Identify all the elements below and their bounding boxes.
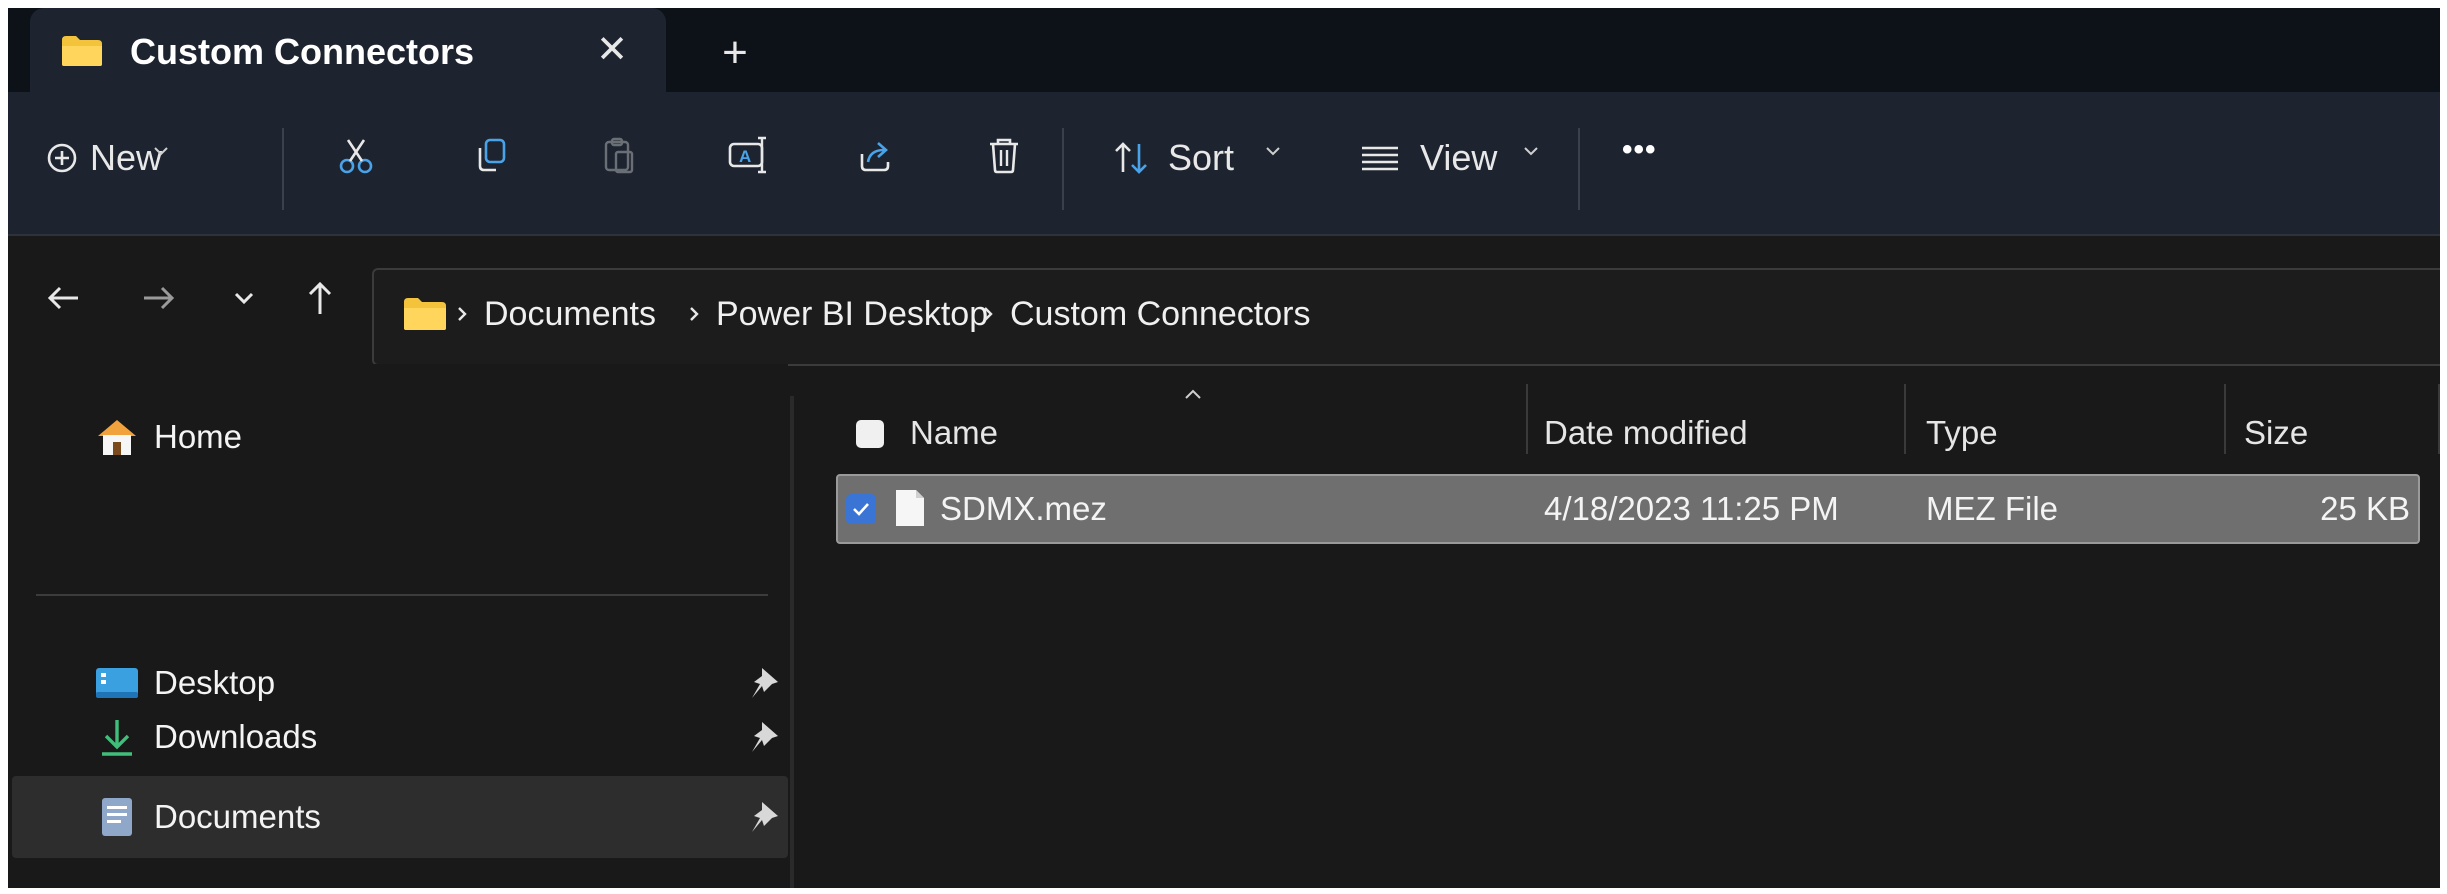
breadcrumb-documents[interactable]: Documents (484, 292, 656, 336)
recent-locations-icon[interactable] (216, 270, 272, 326)
sidebar-item-label: Home (154, 418, 243, 455)
sort-icon (1115, 142, 1147, 174)
pin-icon[interactable] (748, 798, 782, 836)
copy-icon[interactable] (466, 130, 518, 182)
chevron-right-icon[interactable] (980, 304, 996, 324)
folder-icon (62, 36, 102, 66)
column-separator[interactable] (2438, 384, 2440, 454)
add-circle-icon (47, 143, 77, 173)
cut-icon[interactable] (330, 130, 382, 182)
navigation-bar: Documents Power BI Desktop Custom Connec… (8, 236, 2440, 366)
column-header-name[interactable]: Name (910, 410, 998, 456)
file-list: Name Date modified Type Size SDMX.mez 4/… (796, 364, 2440, 888)
view-icon (1362, 146, 1398, 171)
close-tab-icon[interactable]: ✕ (590, 28, 634, 72)
toolbar-separator (282, 128, 284, 210)
file-icon (896, 490, 924, 526)
new-tab-icon[interactable]: + (710, 28, 760, 78)
sidebar-item-label: Downloads (154, 718, 318, 755)
sidebar-item-label: Documents (154, 798, 321, 835)
file-name: SDMX.mez (940, 490, 1107, 527)
documents-icon (102, 798, 132, 836)
view-label: View (1420, 137, 1498, 178)
sidebar-divider (36, 594, 768, 596)
chevron-down-icon (1524, 147, 1538, 156)
breadcrumb-custom-connectors[interactable]: Custom Connectors (1010, 292, 1310, 336)
select-all-checkbox[interactable] (856, 420, 884, 448)
file-row[interactable]: SDMX.mez 4/18/2023 11:25 PM MEZ File 25 … (836, 474, 2420, 544)
view-button[interactable]: View (1354, 126, 1544, 190)
chevron-right-icon (458, 307, 467, 321)
rename-icon[interactable]: A (722, 130, 774, 182)
row-checkbox[interactable] (846, 494, 876, 524)
address-bar[interactable]: Documents Power BI Desktop Custom Connec… (372, 268, 2440, 366)
delete-icon[interactable] (978, 130, 1030, 182)
column-header-date-modified[interactable]: Date modified (1544, 410, 1748, 456)
file-type: MEZ File (1926, 490, 2058, 527)
up-icon[interactable] (292, 270, 348, 326)
column-header-type[interactable]: Type (1926, 410, 1998, 456)
more-options-icon[interactable]: ••• (1622, 126, 1657, 174)
back-icon[interactable] (36, 270, 92, 326)
title-bar: Custom Connectors ✕ + (8, 8, 2440, 92)
chevron-right-icon[interactable] (686, 304, 702, 324)
pane-splitter[interactable] (790, 396, 794, 888)
toolbar-separator (1578, 128, 1580, 210)
column-separator[interactable] (1904, 384, 1906, 454)
checkmark-icon (853, 503, 869, 516)
sort-ascending-icon (1185, 389, 1201, 399)
chevron-down-icon (154, 147, 168, 156)
column-separator[interactable] (2224, 384, 2226, 454)
column-header-size[interactable]: Size (2244, 410, 2308, 456)
folder-icon (404, 298, 446, 330)
command-bar: New A Sort View ••• (8, 92, 2440, 236)
file-explorer-window: Custom Connectors ✕ + New A Sort View ••… (8, 8, 2440, 888)
sort-button[interactable]: Sort (1106, 126, 1286, 190)
svg-text:A: A (739, 147, 751, 166)
downloads-icon (102, 720, 132, 756)
share-icon[interactable] (850, 130, 902, 182)
home-icon (98, 420, 136, 455)
column-separator[interactable] (1526, 384, 1528, 454)
forward-icon[interactable] (130, 270, 186, 326)
pin-icon[interactable] (748, 718, 782, 756)
tab-custom-connectors[interactable]: Custom Connectors ✕ (30, 8, 666, 92)
sort-label: Sort (1168, 137, 1235, 178)
sidebar-item-downloads[interactable]: Downloads (8, 696, 788, 778)
new-label: New (90, 137, 163, 178)
chevron-down-icon (1266, 147, 1280, 156)
tab-title: Custom Connectors (130, 31, 475, 72)
paste-icon[interactable] (592, 130, 644, 182)
sidebar-item-home[interactable]: Home (8, 396, 788, 478)
sidebar-item-documents[interactable]: Documents (12, 776, 788, 858)
file-date-modified: 4/18/2023 11:25 PM (1544, 490, 1839, 527)
new-button[interactable]: New (36, 126, 168, 190)
breadcrumb-power-bi-desktop[interactable]: Power BI Desktop (716, 292, 988, 336)
toolbar-separator (1062, 128, 1064, 210)
file-size: 25 KB (2320, 490, 2410, 527)
navigation-pane: Home Desktop Downloads Documents (8, 364, 788, 888)
